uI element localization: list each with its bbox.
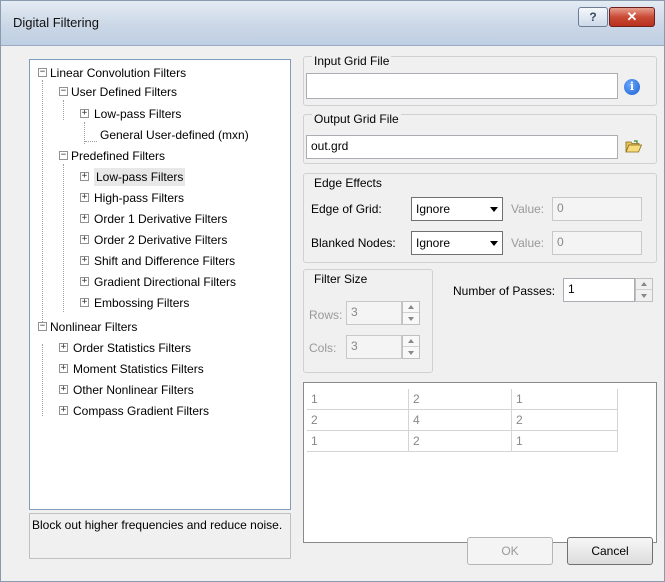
chevron-down-icon [490, 207, 498, 212]
tree-item-label: Order Statistics Filters [73, 341, 192, 355]
input-grid-field[interactable] [306, 73, 618, 99]
title-bar[interactable]: Digital Filtering ? ✕ [1, 1, 664, 46]
rows-field[interactable]: 3 [346, 301, 402, 325]
matrix-cell[interactable]: 1 [307, 431, 409, 452]
tree-item-label: Linear Convolution Filters [50, 66, 187, 80]
tree-item-label: Compass Gradient Filters [73, 404, 210, 418]
spin-up-icon[interactable] [636, 279, 652, 290]
collapse-icon[interactable]: − [59, 87, 68, 96]
expand-icon[interactable]: + [80, 298, 89, 307]
blanked-nodes-label: Blanked Nodes: [311, 236, 396, 250]
spin-up-icon[interactable] [403, 336, 419, 347]
ok-button[interactable]: OK [467, 537, 553, 565]
tree-item-label: General User-defined (mxn) [100, 128, 249, 142]
passes-field[interactable]: 1 [563, 278, 635, 302]
tree-item-label: Low-pass Filters [94, 107, 182, 121]
tree-item-label: Order 2 Derivative Filters [94, 233, 228, 247]
input-grid-label: Input Grid File [312, 54, 392, 68]
expand-icon[interactable]: + [80, 193, 89, 202]
expand-icon[interactable]: + [80, 109, 89, 118]
folder-open-icon[interactable] [625, 140, 642, 153]
window-title: Digital Filtering [13, 15, 99, 30]
spin-down-icon[interactable] [403, 313, 419, 324]
cols-label: Cols: [309, 341, 337, 355]
help-button[interactable]: ? [578, 7, 608, 27]
spin-down-icon[interactable] [636, 290, 652, 301]
output-grid-label: Output Grid File [312, 112, 401, 126]
cols-stepper[interactable] [402, 335, 420, 359]
cancel-button[interactable]: Cancel [567, 537, 653, 565]
tree-item-label: Predefined Filters [71, 149, 166, 163]
tree-item-label-selected: Low-pass Filters [94, 168, 186, 186]
passes-label: Number of Passes: [453, 284, 556, 298]
expand-icon[interactable]: + [59, 343, 68, 352]
edge-of-grid-label: Edge of Grid: [311, 202, 382, 216]
matrix-cell[interactable]: 4 [409, 410, 512, 431]
tree-item-label: Order 1 Derivative Filters [94, 212, 228, 226]
matrix-cell[interactable]: 2 [409, 389, 512, 410]
expand-icon[interactable]: + [59, 406, 68, 415]
rows-label: Rows: [309, 308, 343, 322]
tree-connector [85, 141, 97, 142]
edge-value-field[interactable]: 0 [552, 197, 642, 221]
tree-item-label: Other Nonlinear Filters [73, 383, 194, 397]
matrix-cell[interactable]: 2 [512, 410, 618, 431]
spin-down-icon[interactable] [403, 347, 419, 358]
description-text: Block out higher frequencies and reduce … [32, 518, 283, 532]
edge-of-grid-select[interactable]: Ignore [411, 197, 503, 221]
digital-filtering-dialog: Digital Filtering ? ✕ − Linear Convoluti… [0, 0, 665, 582]
edge-of-grid-value: Ignore [416, 202, 451, 216]
chevron-down-icon [490, 241, 498, 246]
tree-item-label: Shift and Difference Filters [94, 254, 236, 268]
tree-connector [42, 80, 43, 324]
blanked-nodes-select[interactable]: Ignore [411, 231, 503, 255]
expand-icon[interactable]: + [80, 277, 89, 286]
rows-stepper[interactable] [402, 301, 420, 325]
tree-item-label: Gradient Directional Filters [94, 275, 237, 289]
tree-item-label: User Defined Filters [71, 85, 178, 99]
collapse-icon[interactable]: − [38, 322, 47, 331]
edge-effects-label: Edge Effects [312, 176, 384, 190]
collapse-icon[interactable]: − [38, 68, 47, 77]
expand-icon[interactable]: + [80, 172, 89, 181]
filter-description: Block out higher frequencies and reduce … [29, 513, 291, 559]
filter-matrix[interactable]: 1 2 1 2 4 2 1 2 1 [303, 382, 657, 543]
blanked-value-label: Value: [511, 236, 545, 250]
tree-item-label: High-pass Filters [94, 191, 185, 205]
tree-item-label: Embossing Filters [94, 296, 190, 310]
tree-connector [42, 344, 43, 416]
matrix-cell[interactable]: 1 [512, 389, 618, 410]
tree-connector [63, 100, 64, 120]
help-icon: ? [589, 10, 597, 24]
matrix-cell[interactable]: 1 [307, 389, 409, 410]
close-button[interactable]: ✕ [609, 7, 655, 27]
expand-icon[interactable]: + [80, 235, 89, 244]
filter-size-label: Filter Size [312, 272, 370, 286]
cols-field[interactable]: 3 [346, 335, 402, 359]
expand-icon[interactable]: + [80, 214, 89, 223]
info-icon[interactable]: i [624, 79, 640, 95]
tree-item-label: Moment Statistics Filters [73, 362, 204, 376]
edge-value-label: Value: [511, 202, 545, 216]
filter-tree[interactable]: − Linear Convolution Filters − User Defi… [29, 59, 291, 510]
close-icon: ✕ [626, 9, 638, 24]
tree-connector [63, 164, 64, 312]
matrix-cell[interactable]: 2 [409, 431, 512, 452]
matrix-cell[interactable]: 2 [307, 410, 409, 431]
blanked-value-field[interactable]: 0 [552, 231, 642, 255]
spin-up-icon[interactable] [403, 302, 419, 313]
matrix-cell[interactable]: 1 [512, 431, 618, 452]
collapse-icon[interactable]: − [59, 151, 68, 160]
expand-icon[interactable]: + [80, 256, 89, 265]
output-grid-field[interactable]: out.grd [306, 135, 618, 159]
expand-icon[interactable]: + [59, 385, 68, 394]
blanked-nodes-value: Ignore [416, 236, 451, 250]
tree-item-label: Nonlinear Filters [50, 320, 138, 334]
passes-stepper[interactable] [635, 278, 653, 302]
expand-icon[interactable]: + [59, 364, 68, 373]
tree-item-general-user-defined[interactable]: General User-defined (mxn) [100, 126, 249, 144]
